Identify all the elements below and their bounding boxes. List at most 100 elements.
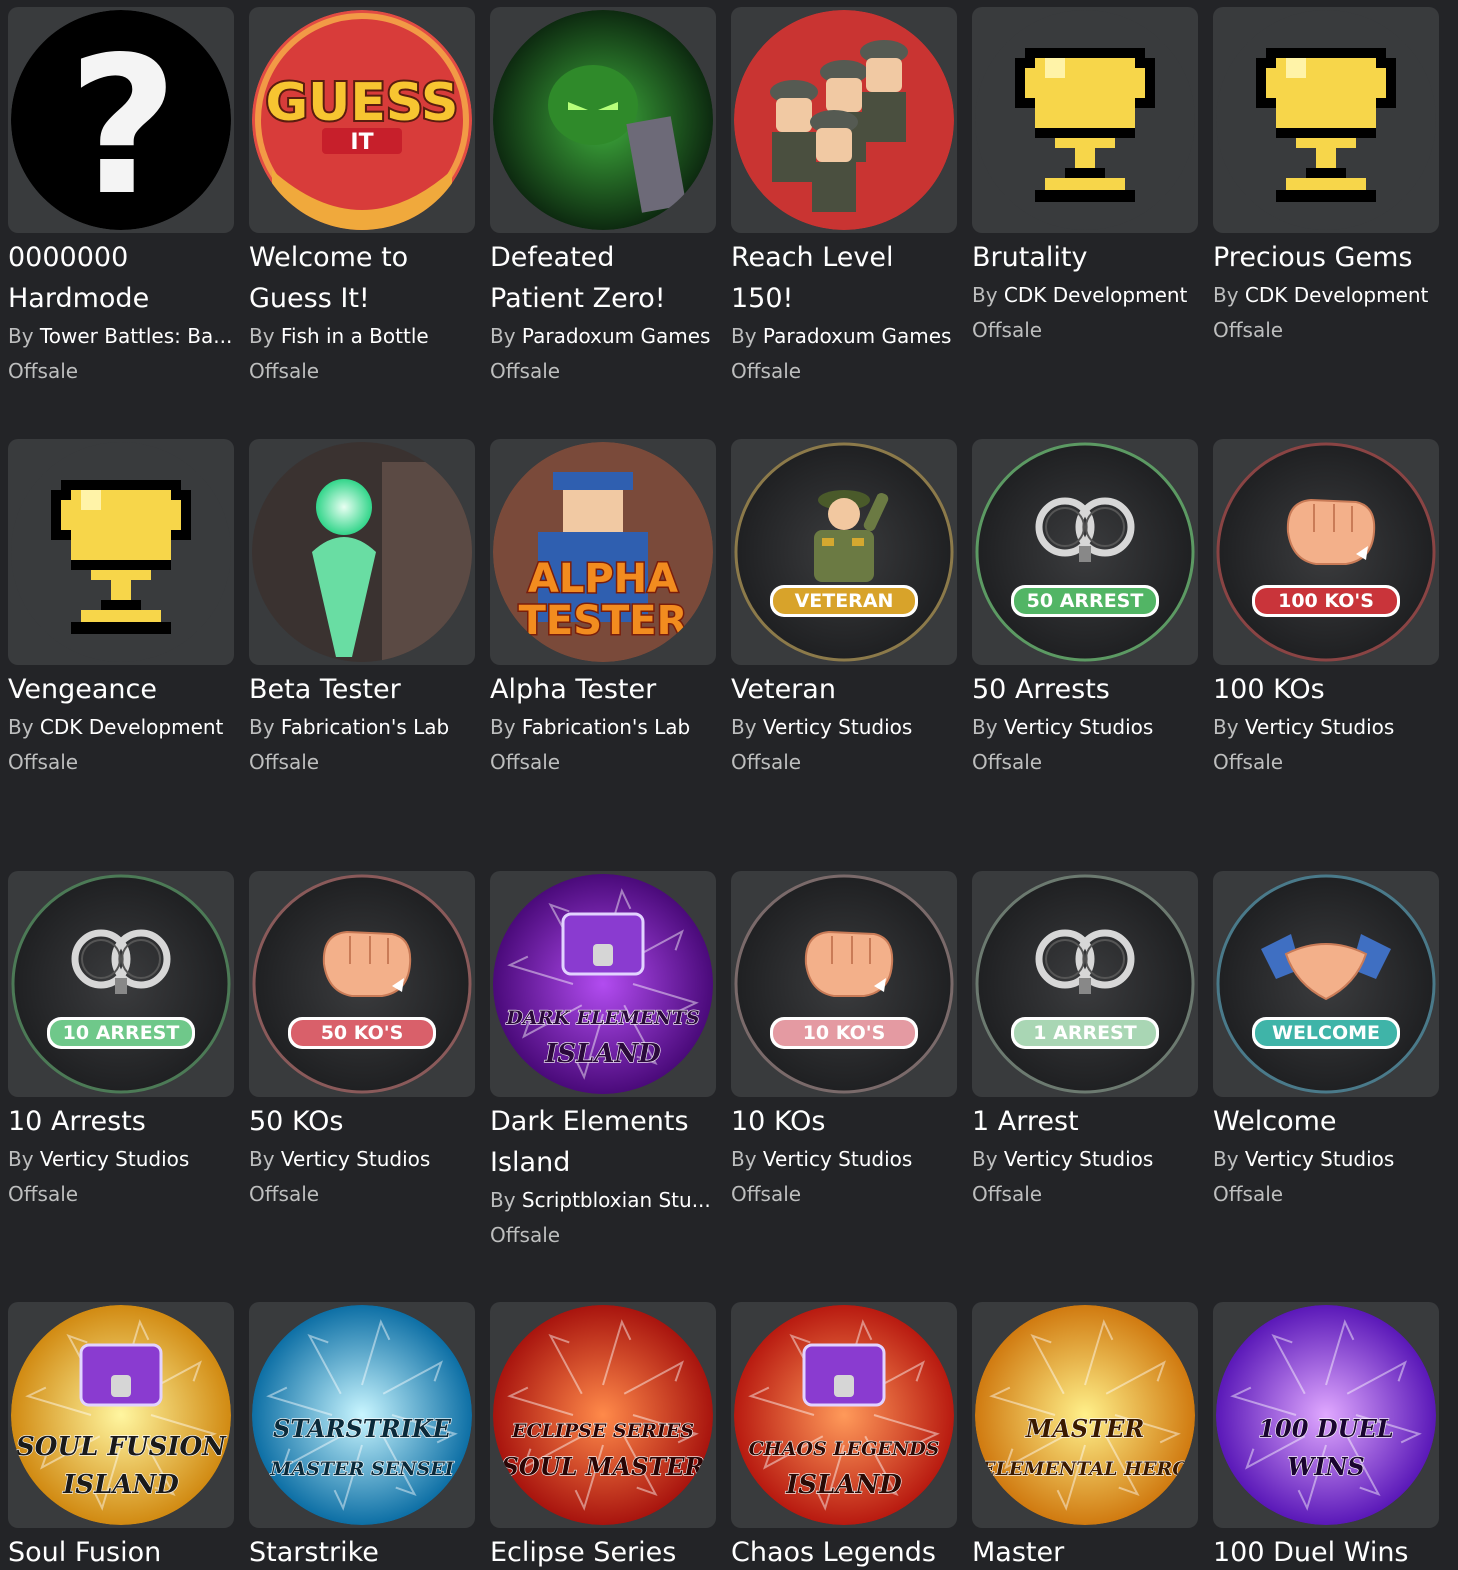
- badge-name[interactable]: Defeated Patient Zero!: [490, 237, 716, 319]
- creator-link[interactable]: Fabrication's Lab: [281, 715, 449, 739]
- creator-link[interactable]: Verticy Studios: [1004, 715, 1153, 739]
- badge-thumbnail[interactable]: ?: [8, 7, 234, 233]
- badge-card[interactable]: 100 DUEL WINS 100 Duel Wins: [1213, 1302, 1439, 1570]
- by-label: By: [972, 715, 998, 739]
- badge-card[interactable]: Beta Tester By Fabrication's Lab Offsale: [249, 439, 475, 780]
- badge-thumbnail[interactable]: [1213, 7, 1439, 233]
- badge-card[interactable]: ? 0000000 Hardmode By Tower Battles: Ba...…: [8, 7, 234, 389]
- badge-card[interactable]: Reach Level 150! By Paradoxum Games Offsal…: [731, 7, 957, 389]
- badge-thumbnail[interactable]: SOUL FUSION ISLAND: [8, 1302, 234, 1528]
- badge-thumbnail[interactable]: VETERAN: [731, 439, 957, 665]
- badge-name[interactable]: 0000000 Hardmode: [8, 237, 234, 319]
- badge-thumbnail[interactable]: 50 ARREST: [972, 439, 1198, 665]
- creator-link[interactable]: CDK Development: [1004, 283, 1187, 307]
- badge-creator: By Fabrication's Lab: [249, 710, 475, 745]
- badge-card[interactable]: 1 ARREST 1 Arrest By Verticy Studios Offsal…: [972, 871, 1198, 1212]
- badge-name[interactable]: 10 KOs: [731, 1101, 957, 1142]
- badge-creator: By Verticy Studios: [972, 1142, 1198, 1177]
- creator-link[interactable]: Tower Battles: Ba...: [40, 324, 232, 348]
- badge-thumbnail[interactable]: 50 KO'S: [249, 871, 475, 1097]
- creator-link[interactable]: Verticy Studios: [1245, 1147, 1394, 1171]
- by-label: By: [249, 715, 275, 739]
- badge-card[interactable]: 10 KO'S 10 KOs By Verticy Studios Offsale: [731, 871, 957, 1212]
- badge-thumbnail[interactable]: GUESS IT: [249, 7, 475, 233]
- badge-card[interactable]: GUESS IT Welcome to Guess It! By Fish in a …: [249, 7, 475, 389]
- creator-link[interactable]: Verticy Studios: [1245, 715, 1394, 739]
- creator-link[interactable]: CDK Development: [1245, 283, 1428, 307]
- badge-card[interactable]: MASTER ELEMENTAL HERO Master: [972, 1302, 1198, 1570]
- badge-price: Offsale: [731, 359, 802, 383]
- creator-link[interactable]: Verticy Studios: [40, 1147, 189, 1171]
- badge-thumbnail[interactable]: [972, 7, 1198, 233]
- badge-card[interactable]: Precious Gems By CDK Development Offsale: [1213, 7, 1439, 348]
- badge-name[interactable]: 50 KOs: [249, 1101, 475, 1142]
- creator-link[interactable]: Verticy Studios: [763, 715, 912, 739]
- badge-card[interactable]: Brutality By CDK Development Offsale: [972, 7, 1198, 348]
- badge-card[interactable]: 50 ARREST 50 Arrests By Verticy Studios Off…: [972, 439, 1198, 780]
- creator-link[interactable]: CDK Development: [40, 715, 223, 739]
- badge-thumbnail[interactable]: 100 KO'S: [1213, 439, 1439, 665]
- badge-card[interactable]: STARSTRIKE MASTER SENSEI Starstrike: [249, 1302, 475, 1570]
- creator-link[interactable]: Scriptbloxian Stu...: [522, 1188, 711, 1212]
- guess-it-logo: GUESSIT: [252, 10, 472, 230]
- badge-thumbnail[interactable]: [249, 439, 475, 665]
- badge-thumbnail[interactable]: [8, 439, 234, 665]
- badge-thumbnail[interactable]: ECLIPSE SERIES SOUL MASTER: [490, 1302, 716, 1528]
- badge-card[interactable]: DARK ELEMENTS ISLAND Dark Elements Island B…: [490, 871, 716, 1253]
- badge-price: Offsale: [249, 359, 320, 383]
- badge-card[interactable]: Vengeance By CDK Development Offsale: [8, 439, 234, 780]
- badge-name[interactable]: Brutality: [972, 237, 1198, 278]
- badge-price: Offsale: [8, 1182, 79, 1206]
- creator-link[interactable]: Fabrication's Lab: [522, 715, 690, 739]
- badge-name[interactable]: Veteran: [731, 669, 957, 710]
- badge-thumbnail[interactable]: 10 KO'S: [731, 871, 957, 1097]
- badge-name[interactable]: Starstrike: [249, 1532, 475, 1570]
- badge-name[interactable]: Soul Fusion: [8, 1532, 234, 1570]
- badge-card[interactable]: 10 ARREST 10 Arrests By Verticy Studios Off…: [8, 871, 234, 1212]
- badge-name[interactable]: Dark Elements Island: [490, 1101, 716, 1183]
- badge-thumbnail[interactable]: CHAOS LEGENDS ISLAND: [731, 1302, 957, 1528]
- creator-link[interactable]: Fish in a Bottle: [281, 324, 429, 348]
- badge-name[interactable]: Vengeance: [8, 669, 234, 710]
- badge-name[interactable]: Eclipse Series: [490, 1532, 716, 1570]
- badge-name[interactable]: Precious Gems: [1213, 237, 1439, 278]
- badge-name[interactable]: 10 Arrests: [8, 1101, 234, 1142]
- badge-thumbnail[interactable]: MASTER ELEMENTAL HERO: [972, 1302, 1198, 1528]
- badge-card[interactable]: 100 KO'S 100 KOs By Verticy Studios Offsale: [1213, 439, 1439, 780]
- badge-thumbnail[interactable]: STARSTRIKE MASTER SENSEI: [249, 1302, 475, 1528]
- badge-thumbnail[interactable]: 1 ARREST: [972, 871, 1198, 1097]
- badge-price: Offsale: [731, 750, 802, 774]
- badge-card[interactable]: CHAOS LEGENDS ISLAND Chaos Legends: [731, 1302, 957, 1570]
- badge-name[interactable]: Beta Tester: [249, 669, 475, 710]
- badge-name[interactable]: Reach Level 150!: [731, 237, 957, 319]
- badge-card[interactable]: WELCOME Welcome By Verticy Studios Offsale: [1213, 871, 1439, 1212]
- badge-name[interactable]: Alpha Tester: [490, 669, 716, 710]
- badge-name[interactable]: 50 Arrests: [972, 669, 1198, 710]
- creator-link[interactable]: Paradoxum Games: [522, 324, 711, 348]
- badge-card[interactable]: VETERAN Veteran By Verticy Studios Offsale: [731, 439, 957, 780]
- badge-thumbnail[interactable]: 10 ARREST: [8, 871, 234, 1097]
- badge-card[interactable]: ALPHA TESTER Alpha Tester By Fabrication's …: [490, 439, 716, 780]
- badge-thumbnail[interactable]: DARK ELEMENTS ISLAND: [490, 871, 716, 1097]
- creator-link[interactable]: Verticy Studios: [1004, 1147, 1153, 1171]
- badge-name[interactable]: 100 Duel Wins: [1213, 1532, 1439, 1570]
- badge-thumbnail[interactable]: 100 DUEL WINS: [1213, 1302, 1439, 1528]
- badge-name[interactable]: Welcome to Guess It!: [249, 237, 475, 319]
- badge-thumbnail[interactable]: [731, 7, 957, 233]
- creator-link[interactable]: Verticy Studios: [763, 1147, 912, 1171]
- badge-card[interactable]: Defeated Patient Zero! By Paradoxum Games…: [490, 7, 716, 389]
- badge-thumbnail[interactable]: ALPHA TESTER: [490, 439, 716, 665]
- badge-card[interactable]: SOUL FUSION ISLAND Soul Fusion: [8, 1302, 234, 1570]
- svg-text:50 KO'S: 50 KO'S: [321, 1022, 404, 1044]
- creator-link[interactable]: Paradoxum Games: [763, 324, 952, 348]
- badge-name[interactable]: Welcome: [1213, 1101, 1439, 1142]
- badge-name[interactable]: 100 KOs: [1213, 669, 1439, 710]
- badge-thumbnail[interactable]: [490, 7, 716, 233]
- badge-name[interactable]: 1 Arrest: [972, 1101, 1198, 1142]
- creator-link[interactable]: Verticy Studios: [281, 1147, 430, 1171]
- badge-card[interactable]: ECLIPSE SERIES SOUL MASTER Eclipse Series: [490, 1302, 716, 1570]
- badge-thumbnail[interactable]: WELCOME: [1213, 871, 1439, 1097]
- badge-card[interactable]: 50 KO'S 50 KOs By Verticy Studios Offsale: [249, 871, 475, 1212]
- badge-name[interactable]: Master: [972, 1532, 1198, 1570]
- badge-name[interactable]: Chaos Legends: [731, 1532, 957, 1570]
